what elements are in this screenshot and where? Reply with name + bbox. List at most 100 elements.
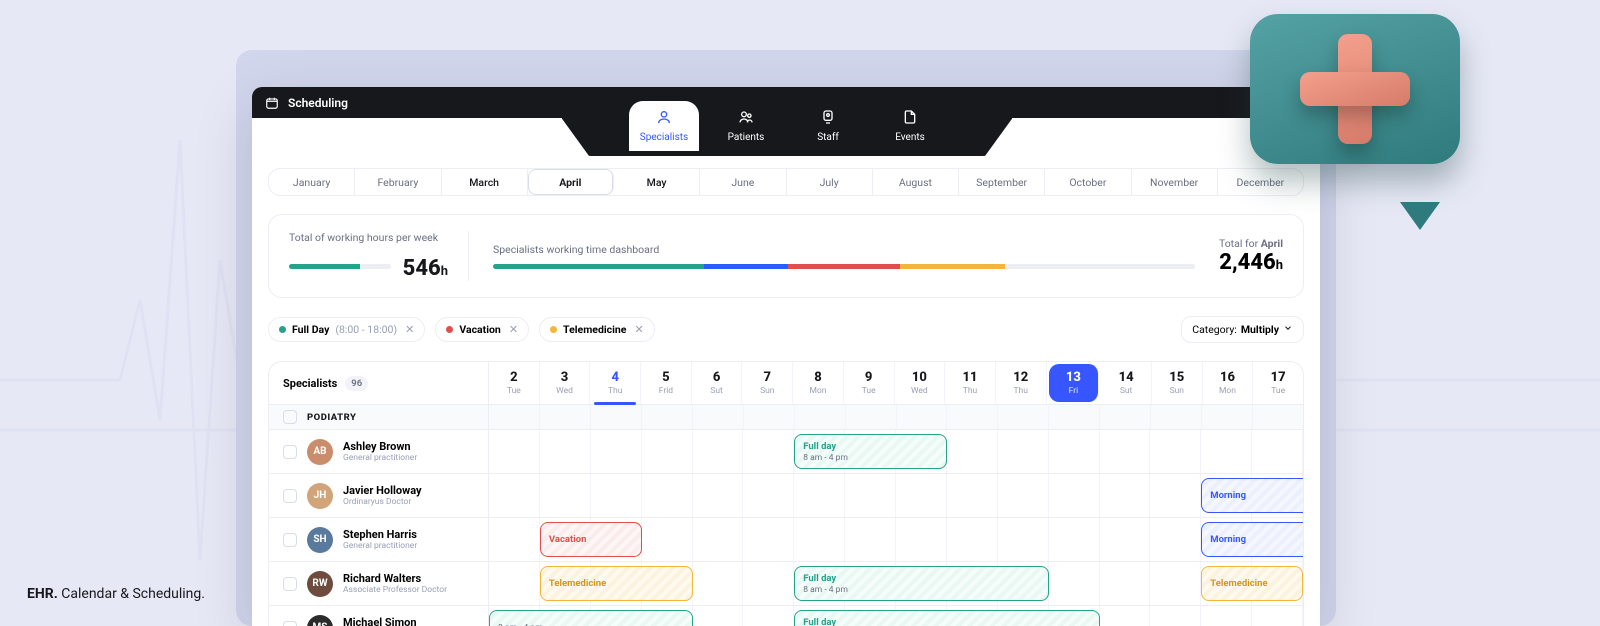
slot-cell[interactable] — [1150, 606, 1201, 626]
month-april[interactable]: April — [528, 169, 614, 195]
slot-cell[interactable] — [794, 518, 845, 561]
month-september[interactable]: September — [959, 169, 1045, 195]
slot-cell[interactable] — [1100, 606, 1151, 626]
slot-cell[interactable] — [1049, 518, 1100, 561]
close-icon[interactable]: ✕ — [507, 323, 520, 336]
month-january[interactable]: January — [269, 169, 355, 195]
slot-cell[interactable] — [1201, 606, 1252, 626]
slot-cell[interactable] — [845, 474, 896, 517]
slot-cell[interactable] — [1100, 430, 1151, 473]
category-select[interactable]: Category: Multiply — [1181, 316, 1304, 343]
slot-cell[interactable] — [1100, 518, 1151, 561]
event-tele[interactable]: Telemedicine — [1201, 566, 1303, 601]
group-checkbox[interactable] — [283, 410, 297, 424]
slot-cell[interactable] — [947, 518, 998, 561]
day-column-13[interactable]: 13Fri — [1049, 364, 1100, 402]
event-vacation[interactable]: Vacation — [540, 522, 642, 557]
event-fullday[interactable]: 8 am - 4 pm — [489, 610, 693, 626]
event-morning[interactable]: Morning — [1201, 478, 1304, 513]
month-june[interactable]: June — [700, 169, 786, 195]
slot-cell[interactable] — [743, 430, 794, 473]
slot-cell[interactable] — [998, 474, 1049, 517]
slot-cell[interactable] — [489, 518, 540, 561]
slot-cell[interactable] — [489, 562, 540, 605]
slot-cell[interactable] — [743, 518, 794, 561]
day-column-3[interactable]: 3Wed — [540, 362, 591, 404]
day-column-11[interactable]: 11Thu — [945, 362, 996, 404]
day-column-7[interactable]: 7Sun — [742, 362, 793, 404]
specialist-checkbox[interactable] — [283, 577, 297, 591]
slot-cell[interactable] — [591, 474, 642, 517]
day-column-15[interactable]: 15Sun — [1152, 362, 1203, 404]
slot-cell[interactable] — [845, 518, 896, 561]
specialist-checkbox[interactable] — [283, 621, 297, 626]
slot-cell[interactable] — [1150, 562, 1201, 605]
slot-cell[interactable] — [489, 474, 540, 517]
slot-cell[interactable] — [896, 518, 947, 561]
slot-cell[interactable] — [1100, 562, 1151, 605]
month-july[interactable]: July — [787, 169, 873, 195]
day-column-17[interactable]: 17Tue — [1253, 362, 1303, 404]
slot-cell[interactable] — [794, 474, 845, 517]
slot-cell[interactable] — [743, 606, 794, 626]
slot-cell[interactable] — [693, 430, 744, 473]
slot-cell[interactable] — [540, 474, 591, 517]
slot-cell[interactable] — [1252, 606, 1303, 626]
day-column-6[interactable]: 6Sut — [692, 362, 743, 404]
slot-cell[interactable] — [693, 518, 744, 561]
close-icon[interactable]: ✕ — [403, 323, 416, 336]
slot-cell[interactable] — [1049, 562, 1100, 605]
slot-cell[interactable] — [947, 474, 998, 517]
slot-cell[interactable] — [1150, 474, 1201, 517]
slot-cell[interactable] — [1201, 430, 1252, 473]
event-fullday[interactable]: Full day8 am - 4 pm — [794, 566, 1048, 601]
day-column-9[interactable]: 9Tue — [844, 362, 895, 404]
event-fullday[interactable]: Full day8 am - 4 pm — [794, 434, 947, 469]
slot-cell[interactable] — [693, 474, 744, 517]
slot-cell[interactable] — [998, 518, 1049, 561]
filter-chip-telemedicine[interactable]: Telemedicine ✕ — [539, 317, 655, 342]
specialist-checkbox[interactable] — [283, 533, 297, 547]
filter-chip-full-day[interactable]: Full Day (8:00 - 18:00) ✕ — [268, 317, 425, 342]
nav-tab-patients[interactable]: Patients — [711, 101, 781, 151]
slot-cell[interactable] — [1150, 430, 1201, 473]
month-march[interactable]: March — [442, 169, 528, 195]
day-column-5[interactable]: 5Frid — [641, 362, 692, 404]
slot-cell[interactable] — [693, 606, 744, 626]
slot-cell[interactable] — [1150, 518, 1201, 561]
day-column-4[interactable]: 4Thu — [590, 362, 641, 404]
slot-cell[interactable] — [540, 430, 591, 473]
slot-cell[interactable] — [1100, 474, 1151, 517]
event-tele[interactable]: Telemedicine — [540, 566, 693, 601]
slot-cell[interactable] — [743, 562, 794, 605]
day-column-10[interactable]: 10Wed — [895, 362, 946, 404]
slot-cell[interactable] — [947, 430, 998, 473]
event-fullday[interactable]: Full day8 am - 4 pm — [794, 610, 1099, 626]
nav-tab-events[interactable]: Events — [875, 101, 945, 151]
day-column-16[interactable]: 16Mon — [1203, 362, 1254, 404]
slot-cell[interactable] — [489, 430, 540, 473]
month-november[interactable]: November — [1132, 169, 1218, 195]
slot-cell[interactable] — [642, 474, 693, 517]
day-column-12[interactable]: 12Thu — [996, 362, 1047, 404]
slot-cell[interactable] — [998, 430, 1049, 473]
slot-cell[interactable] — [642, 430, 693, 473]
month-february[interactable]: February — [355, 169, 441, 195]
month-august[interactable]: August — [873, 169, 959, 195]
slot-cell[interactable] — [1049, 474, 1100, 517]
nav-tab-specialists[interactable]: Specialists — [629, 101, 699, 151]
slot-cell[interactable] — [1049, 430, 1100, 473]
day-column-2[interactable]: 2Tue — [489, 362, 540, 404]
specialist-checkbox[interactable] — [283, 489, 297, 503]
day-column-8[interactable]: 8Mon — [793, 362, 844, 404]
slot-cell[interactable] — [693, 562, 744, 605]
slot-cell[interactable] — [591, 430, 642, 473]
slot-cell[interactable] — [896, 474, 947, 517]
month-may[interactable]: May — [614, 169, 700, 195]
nav-tab-staff[interactable]: Staff — [793, 101, 863, 151]
event-morning[interactable]: Morning — [1201, 522, 1304, 557]
month-october[interactable]: October — [1045, 169, 1131, 195]
close-icon[interactable]: ✕ — [632, 323, 645, 336]
day-column-14[interactable]: 14Sut — [1101, 362, 1152, 404]
specialist-checkbox[interactable] — [283, 445, 297, 459]
